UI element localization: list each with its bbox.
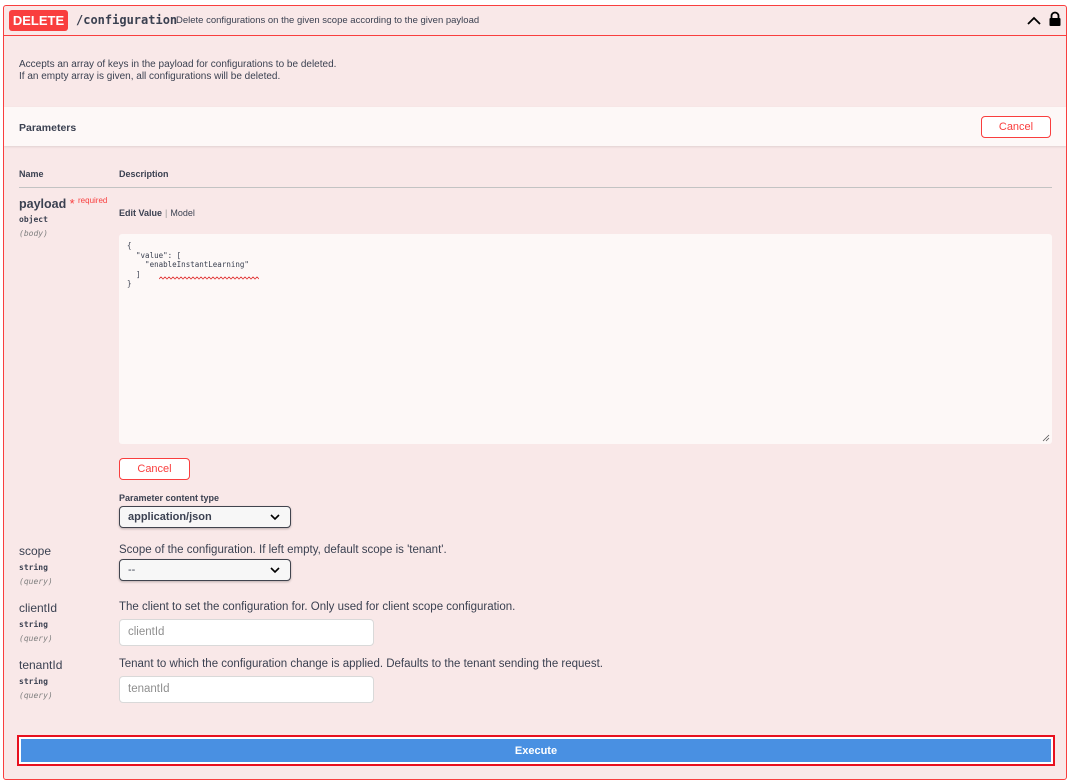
header-divider xyxy=(19,187,1052,188)
param-payload-in: (body) xyxy=(19,229,48,238)
cancel-edit-button[interactable]: Cancel xyxy=(119,458,190,480)
param-tenantid-description: Tenant to which the configuration change… xyxy=(119,658,603,670)
param-payload-name: payload * required xyxy=(19,196,107,211)
scope-select[interactable]: -- xyxy=(119,559,291,581)
execute-button-frame: Execute xyxy=(17,735,1055,766)
tab-separator: | xyxy=(165,208,168,218)
content-type-value: application/json xyxy=(128,511,212,523)
parameters-header: Parameters Cancel xyxy=(4,107,1066,146)
chevron-down-icon xyxy=(270,567,280,574)
payload-editor-text[interactable]: { "value": [ "enableInstantLearning" ] } xyxy=(127,241,249,289)
column-header-description: Description xyxy=(119,169,169,179)
param-scope-type: string xyxy=(19,563,48,572)
content-type-select[interactable]: application/json xyxy=(119,506,291,528)
param-tenantid-in: (query) xyxy=(19,691,53,700)
chevron-down-icon xyxy=(270,514,280,521)
resize-grip-icon[interactable] xyxy=(1042,434,1050,442)
param-payload-label: payload xyxy=(19,197,67,211)
squiggle-underline xyxy=(159,276,259,280)
operation-block: DELETE /configuration Delete configurati… xyxy=(3,5,1067,780)
parameters-title: Parameters xyxy=(19,122,77,134)
description-line-1: Accepts an array of keys in the payload … xyxy=(19,59,337,70)
param-scope-description: Scope of the configuration. If left empt… xyxy=(119,544,447,556)
cancel-try-out-button[interactable]: Cancel xyxy=(981,116,1051,138)
operation-description: Accepts an array of keys in the payload … xyxy=(19,59,336,83)
param-clientid-type: string xyxy=(19,620,48,629)
content-type-label: Parameter content type xyxy=(119,493,220,503)
param-tenantid-name: tenantId xyxy=(19,658,63,672)
execute-button[interactable]: Execute xyxy=(21,739,1051,762)
operation-summary[interactable]: DELETE /configuration Delete configurati… xyxy=(4,6,1066,36)
param-scope-name: scope xyxy=(19,544,52,558)
operation-path: /configuration xyxy=(76,13,178,27)
lock-icon[interactable] xyxy=(1048,11,1062,27)
chevron-up-icon[interactable] xyxy=(1025,12,1043,30)
param-scope-in: (query) xyxy=(19,577,53,586)
method-badge: DELETE xyxy=(9,10,68,31)
payload-editor[interactable]: { "value": [ "enableInstantLearning" ] } xyxy=(119,234,1052,444)
description-line-2: If an empty array is given, all configur… xyxy=(19,71,281,82)
param-tenantid-type: string xyxy=(19,677,48,686)
tab-model[interactable]: Model xyxy=(170,208,195,218)
param-payload-type: object xyxy=(19,215,48,224)
required-label: required xyxy=(78,196,108,205)
scope-selected-value: -- xyxy=(128,564,136,576)
param-clientid-description: The client to set the configuration for.… xyxy=(119,601,516,613)
param-clientid-name: clientId xyxy=(19,601,58,615)
body-param-tabs: Edit Value | Model xyxy=(119,208,195,218)
clientid-input[interactable]: clientId xyxy=(119,619,374,646)
required-star: * xyxy=(69,196,75,211)
column-header-name: Name xyxy=(19,169,44,179)
param-clientid-in: (query) xyxy=(19,634,53,643)
operation-summary-text: Delete configurations on the given scope… xyxy=(176,15,480,26)
tenantid-input[interactable]: tenantId xyxy=(119,676,374,703)
tab-edit-value[interactable]: Edit Value xyxy=(119,208,162,218)
